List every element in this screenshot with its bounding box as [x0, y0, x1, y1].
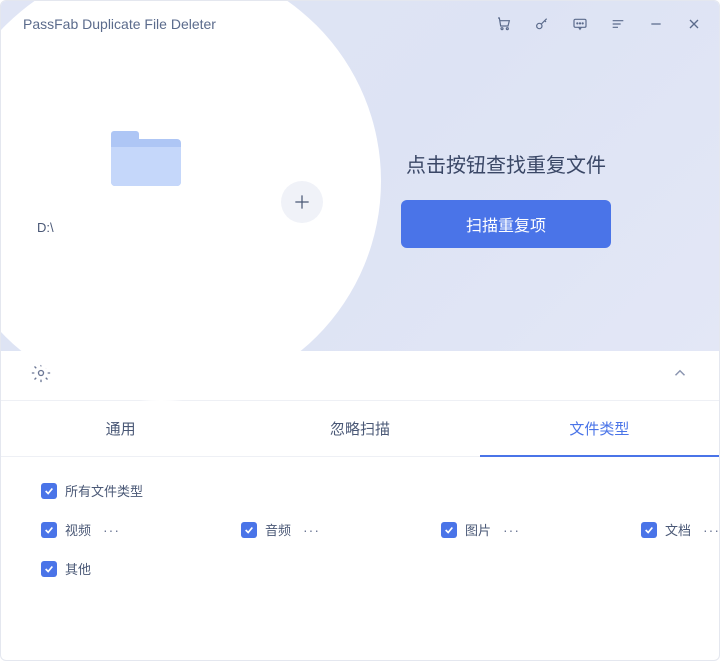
- checkbox-label: 所有文件类型: [65, 481, 143, 500]
- checkbox-label: 视频: [65, 520, 91, 539]
- app-title: PassFab Duplicate File Deleter: [23, 16, 216, 32]
- checkbox-icon: [641, 522, 657, 538]
- close-icon[interactable]: [685, 15, 703, 33]
- more-dots-icon[interactable]: ···: [303, 522, 320, 538]
- checkbox-other[interactable]: 其他: [41, 559, 141, 578]
- checkbox-icon: [41, 522, 57, 538]
- checkbox-label: 图片: [465, 520, 491, 539]
- checkbox-icon: [41, 483, 57, 499]
- folder-icon: [111, 131, 181, 186]
- minimize-icon[interactable]: [647, 15, 665, 33]
- checkbox-icon: [41, 561, 57, 577]
- checkbox-image[interactable]: 图片 ···: [441, 520, 541, 539]
- checkbox-label: 其他: [65, 559, 91, 578]
- checkbox-video[interactable]: 视频 ···: [41, 520, 141, 539]
- cta-heading: 点击按钮查找重复文件: [401, 149, 611, 178]
- add-folder-button[interactable]: [281, 181, 323, 223]
- checkbox-document[interactable]: 文档 ···: [641, 520, 720, 539]
- more-dots-icon[interactable]: ···: [503, 522, 520, 538]
- checkbox-icon: [241, 522, 257, 538]
- scan-button[interactable]: 扫描重复项: [401, 200, 611, 248]
- tab-ignore-scan[interactable]: 忽略扫描: [240, 401, 479, 457]
- checkbox-icon: [441, 522, 457, 538]
- settings-tabs: 通用 忽略扫描 文件类型: [1, 401, 719, 457]
- menu-icon[interactable]: [609, 15, 627, 33]
- key-icon[interactable]: [533, 15, 551, 33]
- titlebar: PassFab Duplicate File Deleter: [1, 1, 719, 47]
- titlebar-controls: [495, 15, 703, 33]
- folder-path: D:\: [37, 220, 181, 235]
- selected-folder[interactable]: D:\: [111, 131, 181, 235]
- checkbox-label: 文档: [665, 520, 691, 539]
- upper-panel: PassFab Duplicate File Deleter: [1, 1, 719, 351]
- file-type-options: 所有文件类型 视频 ··· 音频 ··· 图片 ··· 文档 ···: [1, 457, 719, 622]
- cta-area: 点击按钮查找重复文件 扫描重复项: [401, 149, 611, 248]
- chat-icon[interactable]: [571, 15, 589, 33]
- more-dots-icon[interactable]: ···: [103, 522, 120, 538]
- tab-general[interactable]: 通用: [1, 401, 240, 457]
- chevron-up-icon[interactable]: [671, 364, 689, 387]
- checkbox-label: 音频: [265, 520, 291, 539]
- decorative-curve: [0, 0, 381, 401]
- tab-file-type[interactable]: 文件类型: [480, 401, 719, 457]
- cart-icon[interactable]: [495, 15, 513, 33]
- checkbox-all-file-types[interactable]: 所有文件类型: [41, 481, 143, 500]
- more-dots-icon[interactable]: ···: [703, 522, 720, 538]
- checkbox-audio[interactable]: 音频 ···: [241, 520, 341, 539]
